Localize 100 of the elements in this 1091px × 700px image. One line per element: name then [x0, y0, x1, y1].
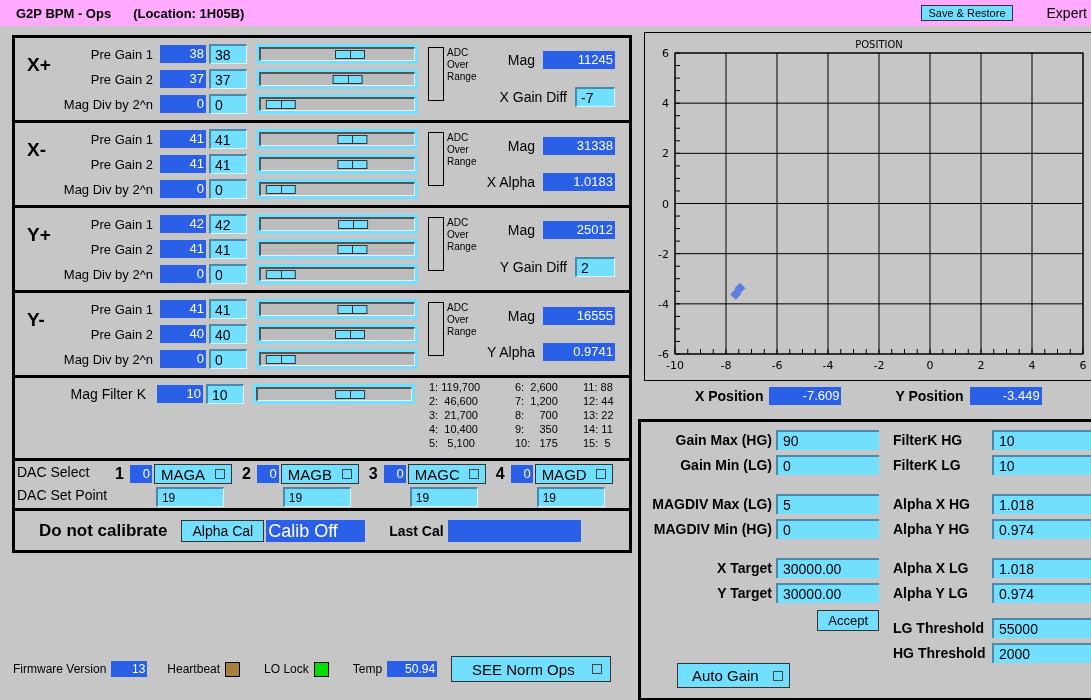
input-field[interactable]: 10: [206, 384, 244, 404]
slider-handle[interactable]: [265, 270, 296, 279]
input-field[interactable]: 1.018: [992, 557, 1091, 578]
input-field[interactable]: 0: [776, 518, 879, 539]
table-entry: 10: 175: [515, 437, 559, 451]
slider-handle[interactable]: [337, 135, 368, 144]
input-field[interactable]: 19: [282, 487, 351, 507]
input-field[interactable]: 0.974: [992, 582, 1091, 603]
axis-tick-label: -2: [873, 359, 885, 372]
slider[interactable]: [256, 239, 418, 259]
input-field[interactable]: 30000.00: [776, 557, 879, 578]
slider-handle[interactable]: [265, 355, 296, 364]
input-field[interactable]: 37: [209, 69, 247, 89]
field-label: Mag: [507, 138, 535, 154]
readback-value: 11245: [543, 51, 615, 69]
slider-handle[interactable]: [337, 305, 368, 314]
auto-gain-button[interactable]: Auto Gain: [677, 663, 790, 688]
slider-handle[interactable]: [338, 220, 369, 229]
alpha-cal-button[interactable]: Alpha Cal: [181, 519, 265, 542]
input-field[interactable]: 10: [992, 454, 1091, 475]
field-label: X Gain Diff: [499, 89, 567, 105]
input-field[interactable]: 19: [155, 487, 224, 507]
dac-menu[interactable]: MAGB: [280, 464, 359, 484]
slider-handle[interactable]: [265, 100, 296, 109]
field-label: Pre Gain 2: [89, 326, 153, 342]
input-field[interactable]: 90: [776, 429, 879, 450]
readback-value: 0: [383, 465, 406, 483]
input-field[interactable]: 40: [209, 324, 247, 344]
input-field[interactable]: 30000.00: [776, 582, 879, 603]
axis-tick-label: 4: [662, 97, 669, 111]
field-label: Firmware Version: [13, 662, 107, 676]
field-label: DAC Set Point: [17, 487, 105, 503]
slider-handle[interactable]: [334, 330, 365, 339]
slider[interactable]: [256, 129, 418, 149]
norm-ops-button[interactable]: SEE Norm Ops: [451, 656, 612, 682]
input-field[interactable]: 19: [409, 487, 478, 507]
input-field[interactable]: 10: [992, 429, 1091, 450]
slider[interactable]: [253, 384, 415, 404]
dac-menu[interactable]: MAGC: [407, 464, 486, 484]
field-label: Pre Gain 2: [89, 71, 153, 87]
field-label: Last Cal: [389, 522, 444, 539]
readback-value: 0: [510, 465, 533, 483]
dac-menu[interactable]: MAGD: [534, 464, 613, 484]
slider-handle[interactable]: [335, 390, 366, 399]
channel-label: X+: [26, 54, 52, 76]
input-field[interactable]: 5: [776, 493, 879, 514]
slider[interactable]: [256, 324, 418, 344]
input-field[interactable]: 0: [209, 264, 247, 284]
adc-label: ADC Over Range: [447, 132, 478, 168]
axis-tick-label: 2: [977, 359, 985, 372]
slider-handle[interactable]: [337, 245, 368, 254]
input-field[interactable]: 0: [209, 349, 247, 369]
slider[interactable]: [256, 69, 418, 89]
input-field[interactable]: 0: [209, 179, 247, 199]
slider-handle[interactable]: [334, 50, 365, 59]
input-field[interactable]: 0: [209, 94, 247, 114]
slider[interactable]: [256, 264, 418, 284]
slider-handle[interactable]: [332, 75, 363, 84]
input-field[interactable]: 38: [209, 44, 247, 64]
field-label: X Alpha: [486, 174, 535, 190]
adc-indicator: [428, 217, 444, 271]
slider[interactable]: [256, 94, 418, 114]
input-field[interactable]: 0.974: [992, 518, 1091, 539]
input-field[interactable]: 42: [209, 214, 247, 234]
dac-menu[interactable]: MAGA: [153, 464, 232, 484]
slider[interactable]: [256, 179, 418, 199]
expert-menu[interactable]: Expert: [1046, 5, 1087, 21]
slider[interactable]: [256, 44, 418, 64]
field-label: Alpha Y LG: [893, 584, 969, 601]
input-field[interactable]: 2: [575, 257, 615, 277]
slider[interactable]: [256, 154, 418, 174]
accept-button[interactable]: Accept: [817, 610, 879, 631]
field-label: Mag: [507, 308, 535, 324]
input-field[interactable]: 41: [209, 299, 247, 319]
slider-handle[interactable]: [337, 160, 368, 169]
readback-value: 0: [129, 465, 152, 483]
save-restore-button[interactable]: Save & Restore: [921, 5, 1013, 21]
slider-handle[interactable]: [265, 185, 296, 194]
input-field[interactable]: 1.018: [992, 493, 1091, 514]
square-icon: [341, 469, 352, 479]
field-label: Gain Min (LG): [680, 456, 772, 473]
input-field[interactable]: -7: [575, 87, 615, 107]
readback-value: 0: [256, 465, 279, 483]
slider[interactable]: [256, 349, 418, 369]
table-entry: 5: 5,100: [429, 437, 476, 451]
slider[interactable]: [256, 299, 418, 319]
axis-tick-label: 6: [1079, 359, 1086, 372]
input-field[interactable]: 41: [209, 129, 247, 149]
slider[interactable]: [256, 214, 418, 234]
input-field[interactable]: 41: [209, 239, 247, 259]
input-field[interactable]: 19: [536, 487, 605, 507]
axis-tick-label: -6: [658, 348, 669, 361]
input-field[interactable]: 0: [776, 454, 879, 475]
input-field[interactable]: 41: [209, 154, 247, 174]
readback-value: 40: [160, 325, 206, 343]
input-field[interactable]: 2000: [992, 642, 1091, 663]
field-label: DAC Select: [17, 464, 91, 480]
input-field[interactable]: 55000: [992, 617, 1091, 638]
readback-value: 0: [160, 95, 206, 113]
channel-label: Y-: [26, 309, 46, 331]
